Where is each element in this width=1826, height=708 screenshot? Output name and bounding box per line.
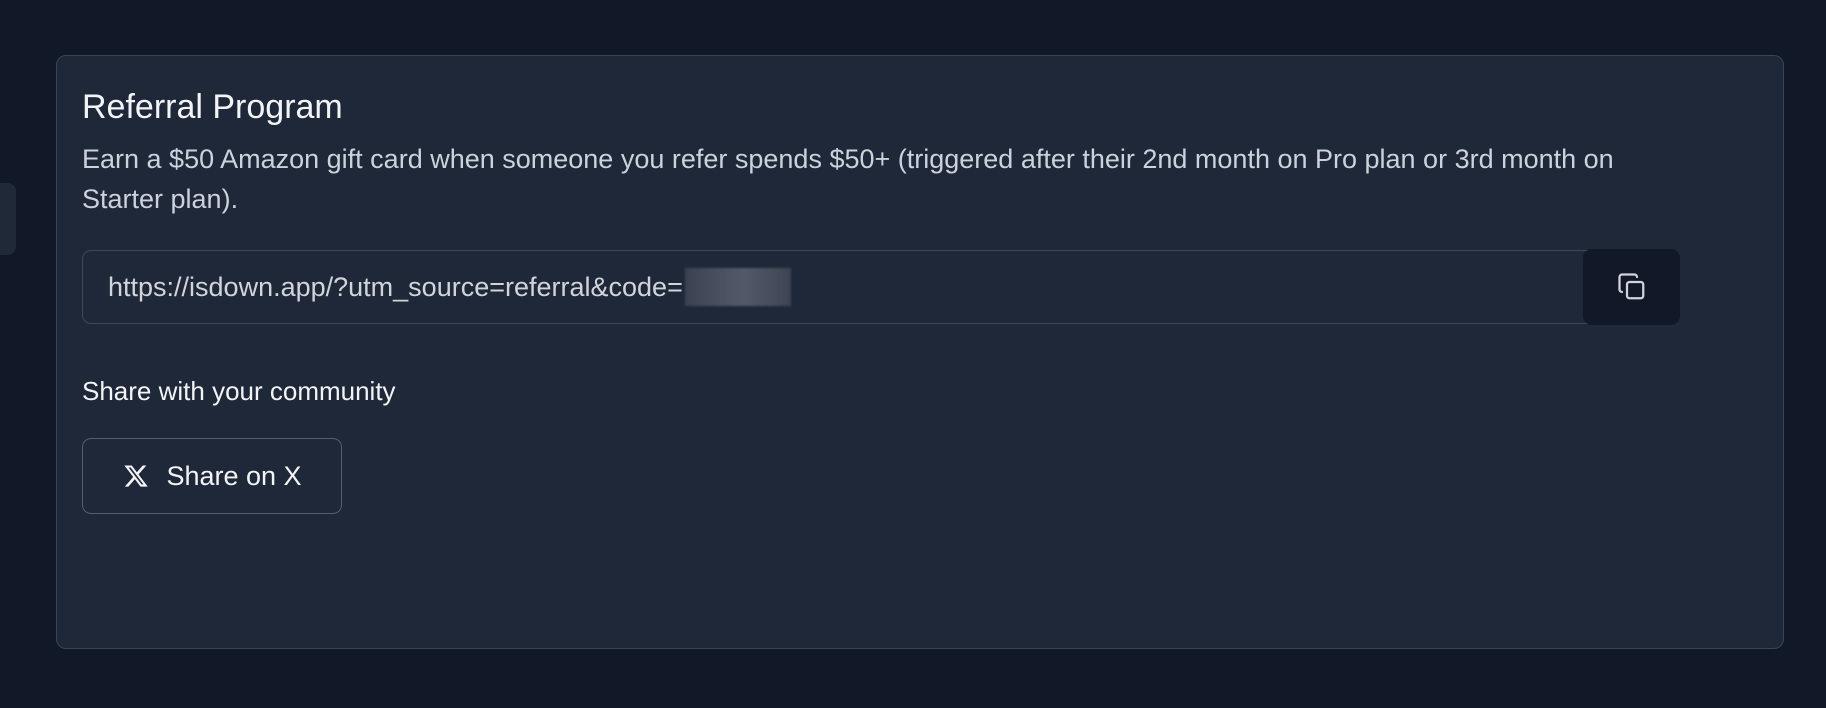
share-button-label: Share on X [166, 460, 302, 491]
share-on-x-button[interactable]: Share on X [82, 438, 342, 514]
sidebar-edge[interactable] [0, 183, 16, 255]
x-logo-icon [124, 465, 149, 487]
copy-button[interactable] [1583, 249, 1680, 325]
referral-url-text: https://isdown.app/?utm_source=referral&… [108, 271, 683, 302]
page-title: Referral Program [82, 88, 343, 126]
redacted-referral-code [684, 268, 791, 306]
share-section-heading: Share with your community [82, 376, 396, 406]
referral-description: Earn a $50 Amazon gift card when someone… [82, 144, 1614, 214]
referral-url-field[interactable]: https://isdown.app/?utm_source=referral&… [82, 250, 1646, 324]
copy-icon [1617, 273, 1644, 300]
